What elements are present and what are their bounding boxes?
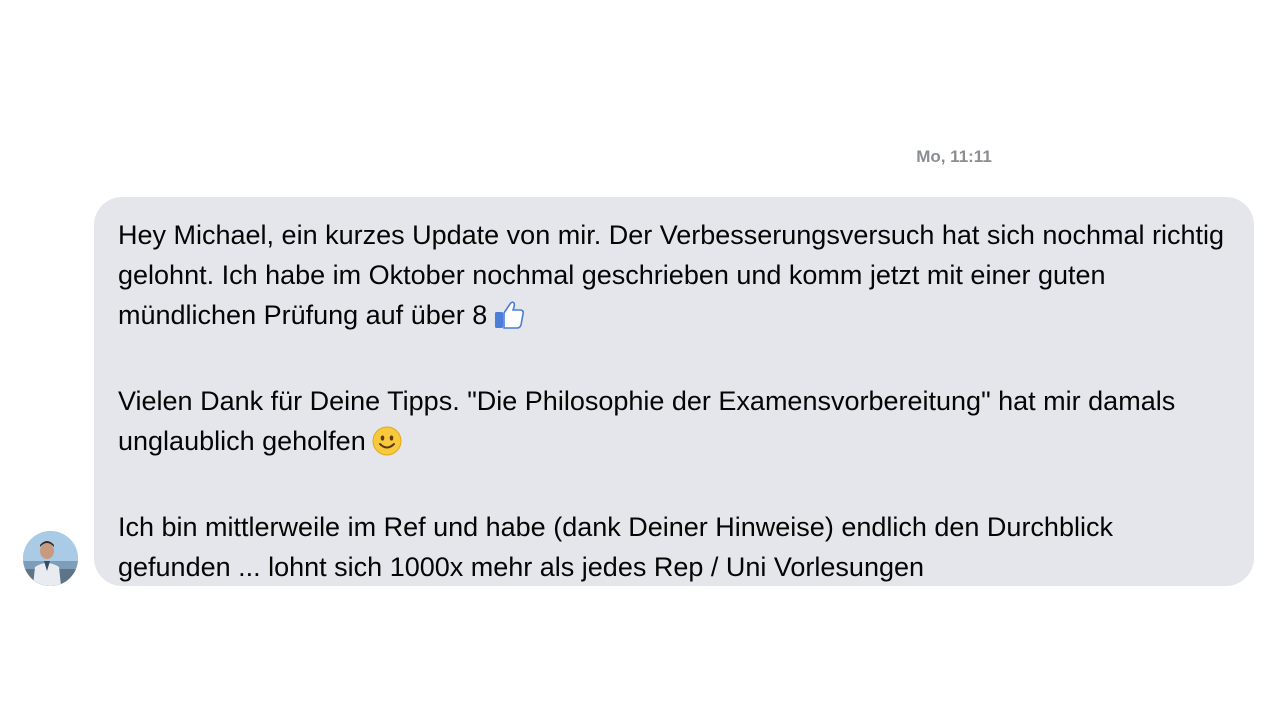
message-timestamp: Mo, 11:11 <box>916 147 992 166</box>
smiley-icon <box>372 426 402 467</box>
message-text: Vielen Dank für Deine Tipps. "Die Philos… <box>118 386 1183 456</box>
message-text: Ich bin mittlerweile im Ref und habe (da… <box>118 512 1121 582</box>
thumbs-up-icon <box>493 300 525 341</box>
message-paragraph: Vielen Dank für Deine Tipps. "Die Philos… <box>118 381 1230 467</box>
message-text: Hey Michael, ein kurzes Update von mir. … <box>118 220 1232 330</box>
avatar[interactable] <box>23 531 78 586</box>
chat-thread: Mo, 11:11 Hey Michael, ein kurzes Update… <box>0 0 1280 720</box>
message-bubble[interactable]: Hey Michael, ein kurzes Update von mir. … <box>94 197 1254 586</box>
person-photo-icon <box>23 531 78 586</box>
message-paragraph: Hey Michael, ein kurzes Update von mir. … <box>118 215 1230 341</box>
message-paragraph: Ich bin mittlerweile im Ref und habe (da… <box>118 507 1230 587</box>
